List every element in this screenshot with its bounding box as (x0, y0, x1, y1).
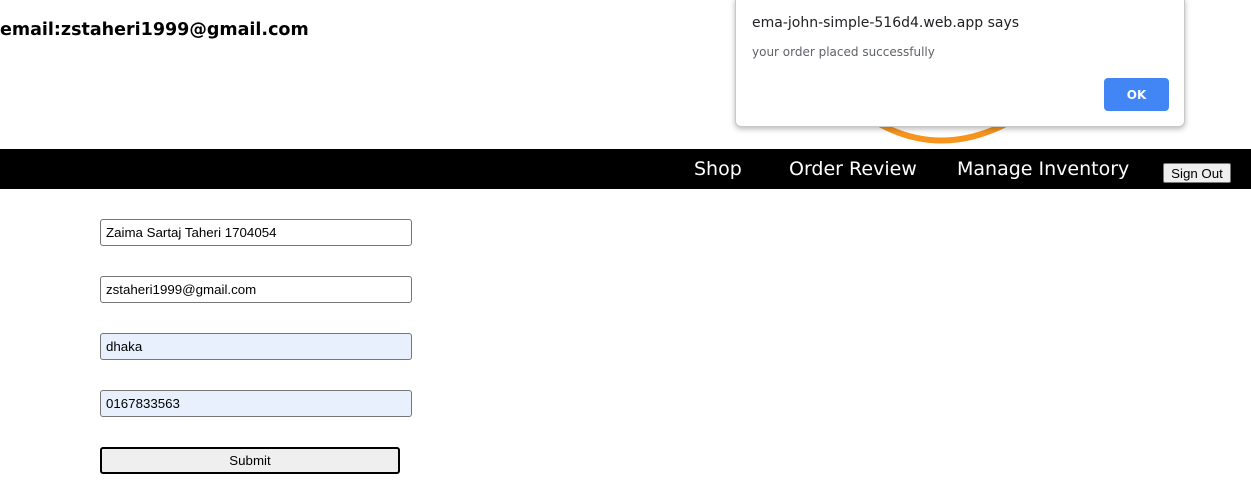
nav-link-shop[interactable]: Shop (694, 158, 742, 180)
dialog-ok-button[interactable]: OK (1104, 78, 1169, 111)
dialog-title: ema-john-simple-516d4.web.app says (752, 15, 1020, 31)
alert-dialog: ema-john-simple-516d4.web.app says your … (735, 0, 1185, 127)
address-field[interactable] (100, 333, 412, 360)
name-field[interactable] (100, 219, 412, 246)
sign-out-button[interactable]: Sign Out (1163, 163, 1231, 183)
nav-link-order-review[interactable]: Order Review (789, 158, 917, 180)
nav-link-manage-inventory[interactable]: Manage Inventory (957, 158, 1129, 180)
user-email-heading: email:zstaheri1999@gmail.com (0, 20, 309, 40)
phone-field[interactable] (100, 390, 412, 417)
submit-button[interactable]: Submit (100, 447, 400, 474)
top-navbar: Shop Order Review Manage Inventory Sign … (0, 149, 1251, 189)
dialog-message: your order placed successfully (752, 45, 935, 59)
email-field[interactable] (100, 276, 412, 303)
